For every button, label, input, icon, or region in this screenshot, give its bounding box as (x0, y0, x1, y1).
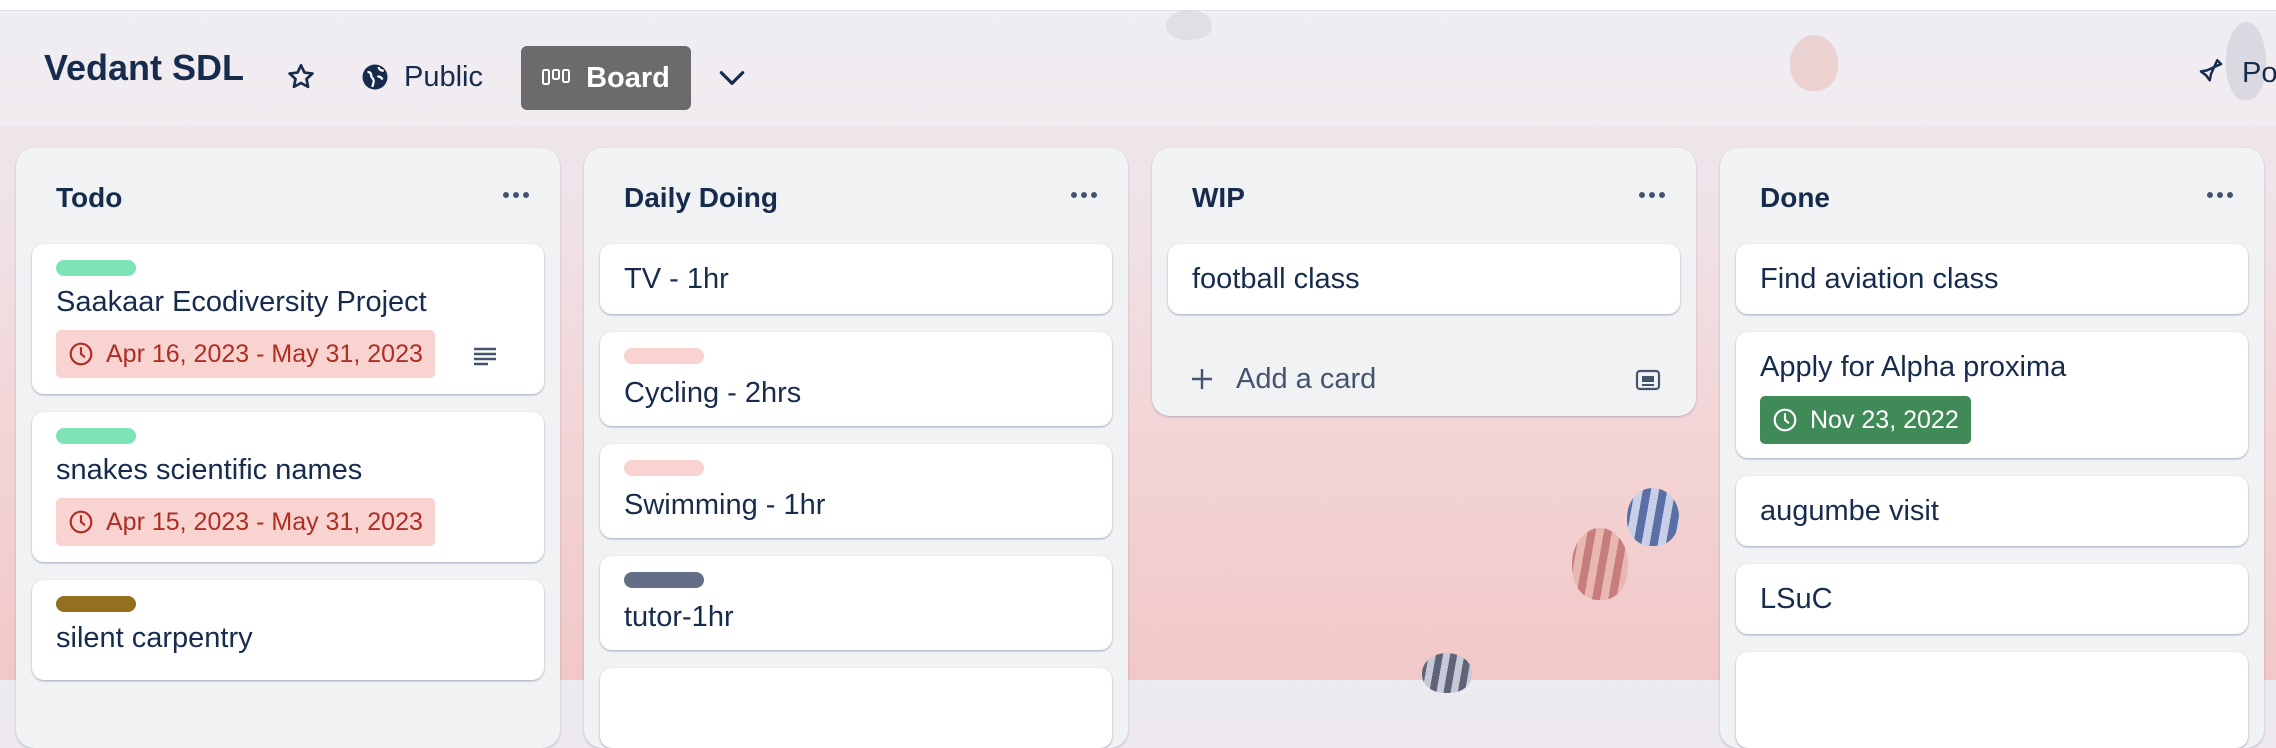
list-menu-button[interactable] (1064, 178, 1104, 212)
card-title: augumbe visit (1760, 495, 1939, 527)
card[interactable]: Saakaar Ecodiversity Project Apr 16, 202… (32, 244, 544, 394)
card-label[interactable] (624, 460, 704, 476)
more-horizontal-icon (2207, 192, 2233, 198)
card-title: TV - 1hr (624, 263, 729, 295)
list-title[interactable]: Done (1760, 182, 1830, 214)
board-title[interactable]: Vedant SDL (44, 47, 244, 89)
visibility-label: Public (404, 60, 483, 93)
board-view-label: Board (586, 61, 670, 94)
power-ups-label: Po (2242, 57, 2276, 89)
due-date-text: Nov 23, 2022 (1810, 405, 1959, 434)
due-date-badge[interactable]: Apr 15, 2023 - May 31, 2023 (56, 498, 435, 546)
card[interactable] (600, 668, 1112, 748)
add-card-label: Add a card (1236, 362, 1377, 395)
card-title: silent carpentry (56, 622, 253, 654)
card-title: Saakaar Ecodiversity Project (56, 286, 427, 318)
visibility-button[interactable]: Public (360, 57, 483, 97)
card[interactable]: Find aviation class (1736, 244, 2248, 314)
more-horizontal-icon (1071, 192, 1097, 198)
card-title: snakes scientific names (56, 454, 363, 486)
balloon-decoration (1627, 488, 1679, 546)
chevron-down-icon (719, 71, 745, 85)
rocket-icon (2199, 58, 2223, 81)
add-card-button[interactable]: Add a card (1168, 348, 1680, 410)
card-title: Swimming - 1hr (624, 489, 826, 521)
card[interactable]: snakes scientific names Apr 15, 2023 - M… (32, 412, 544, 562)
board-view-button[interactable]: Board (521, 46, 691, 110)
due-date-text: Apr 15, 2023 - May 31, 2023 (106, 507, 423, 536)
card-title: LSuC (1760, 583, 1833, 615)
clock-icon (69, 510, 93, 534)
card[interactable]: augumbe visit (1736, 476, 2248, 546)
list-title[interactable]: WIP (1192, 182, 1245, 214)
star-icon (288, 63, 314, 89)
more-horizontal-icon (503, 192, 529, 198)
card[interactable] (1736, 652, 2248, 748)
card-label[interactable] (56, 260, 136, 276)
card-title: football class (1192, 263, 1360, 295)
list-title[interactable]: Todo (56, 182, 122, 214)
list-daily-doing: Daily Doing TV - 1hr Cycling - 2hrs Swim… (584, 148, 1128, 748)
globe-icon (362, 64, 388, 90)
card[interactable]: TV - 1hr (600, 244, 1112, 314)
card[interactable]: silent carpentry (32, 580, 544, 680)
card-label[interactable] (624, 572, 704, 588)
switch-view-button[interactable] (716, 62, 748, 94)
due-date-text: Apr 16, 2023 - May 31, 2023 (106, 339, 423, 368)
card-title: Cycling - 2hrs (624, 377, 802, 409)
card[interactable]: Apply for Alpha proxima Nov 23, 2022 (1736, 332, 2248, 458)
description-icon (474, 347, 496, 366)
card-label[interactable] (624, 348, 704, 364)
due-date-badge[interactable]: Nov 23, 2022 (1760, 396, 1971, 444)
clock-icon (1773, 408, 1797, 432)
due-date-badge[interactable]: Apr 16, 2023 - May 31, 2023 (56, 330, 435, 378)
clock-icon (69, 342, 93, 366)
list-todo: Todo Saakaar Ecodiversity Project Apr 16… (16, 148, 560, 748)
balloon-decoration (1422, 653, 1472, 693)
list-wip: WIP football class Add a card (1152, 148, 1696, 416)
list-menu-button[interactable] (2200, 178, 2240, 212)
card-title: Apply for Alpha proxima (1760, 351, 2067, 383)
card-title: tutor-1hr (624, 601, 734, 633)
card[interactable]: Swimming - 1hr (600, 444, 1112, 538)
card[interactable]: tutor-1hr (600, 556, 1112, 650)
power-ups-button[interactable]: Po (2196, 57, 2276, 90)
card-label[interactable] (56, 428, 136, 444)
card[interactable]: Cycling - 2hrs (600, 332, 1112, 426)
card-label[interactable] (56, 596, 136, 612)
list-menu-button[interactable] (1632, 178, 1672, 212)
star-board-button[interactable] (285, 57, 325, 97)
list-menu-button[interactable] (496, 178, 536, 212)
card[interactable]: LSuC (1736, 564, 2248, 634)
list-done: Done Find aviation class Apply for Alpha… (1720, 148, 2264, 748)
board-icon (542, 69, 571, 85)
board-header: Vedant SDL Public Board Po (0, 10, 2276, 126)
plus-icon (1192, 369, 1212, 389)
balloon-decoration (1572, 528, 1628, 600)
card-template-icon[interactable] (1634, 368, 1662, 392)
card[interactable]: football class (1168, 244, 1680, 314)
list-title[interactable]: Daily Doing (624, 182, 778, 214)
card-title: Find aviation class (1760, 263, 1999, 295)
more-horizontal-icon (1639, 192, 1665, 198)
